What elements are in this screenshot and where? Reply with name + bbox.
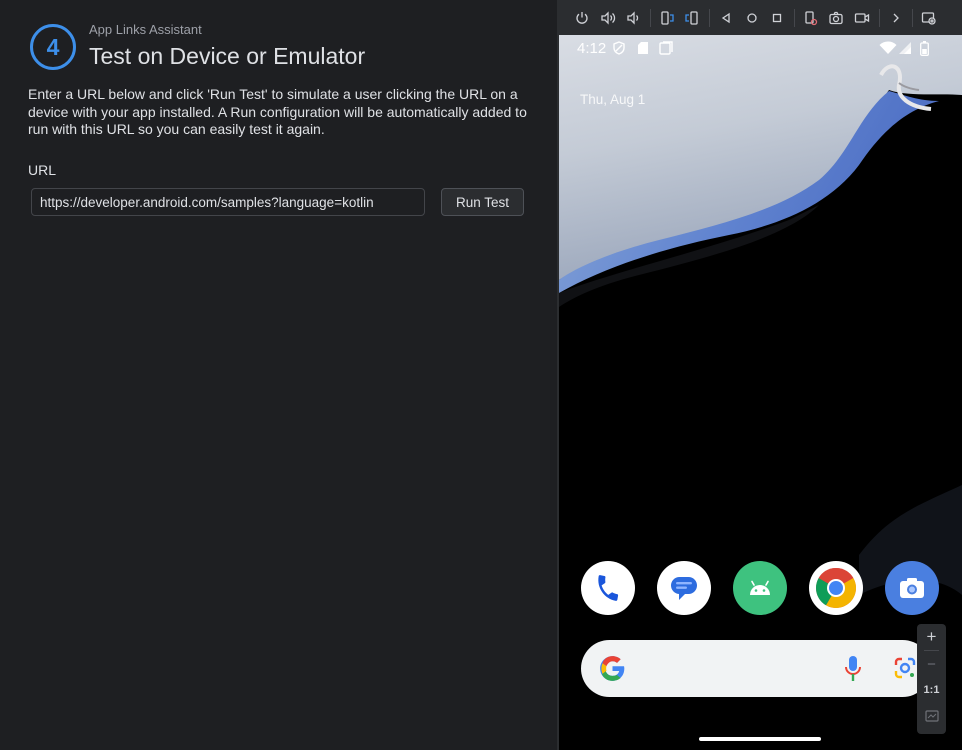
toolbar-separator: [793, 8, 795, 27]
toolbar-separator: [878, 8, 880, 27]
lockscreen-date: Thu, Aug 1: [580, 92, 646, 107]
signal-icon: [899, 42, 911, 54]
notification-icon: [659, 41, 673, 55]
gesture-nav-handle[interactable]: [699, 737, 821, 741]
run-test-button[interactable]: Run Test: [441, 188, 524, 216]
google-g-icon: [600, 656, 625, 681]
microphone-icon[interactable]: [843, 654, 863, 684]
camera-app-icon[interactable]: [885, 561, 939, 615]
overview-icon[interactable]: [765, 6, 789, 30]
fit-screen-icon[interactable]: [917, 703, 946, 729]
chevron-right-icon[interactable]: [884, 6, 908, 30]
screen-record-icon[interactable]: [850, 6, 874, 30]
emulator-toolbar: [559, 0, 962, 35]
url-label: URL: [28, 162, 57, 178]
zoom-controls: + − 1:1: [917, 624, 946, 734]
power-icon[interactable]: [570, 6, 594, 30]
google-lens-icon[interactable]: [893, 656, 917, 680]
device-screen[interactable]: 4:12 Thu, Aug 1 + − 1:1: [559, 35, 962, 750]
description-text: Enter a URL below and click 'Run Test' t…: [28, 86, 527, 137]
step-number-badge: 4: [30, 24, 76, 70]
chrome-app-icon[interactable]: [809, 561, 863, 615]
page-title: Test on Device or Emulator: [89, 43, 366, 69]
zoom-out-button[interactable]: −: [917, 651, 946, 677]
zoom-in-button[interactable]: +: [917, 624, 946, 650]
volume-up-icon[interactable]: [596, 6, 620, 30]
emulator-panel: 4:12 Thu, Aug 1 + − 1:1: [559, 0, 962, 750]
rotate-right-icon[interactable]: [680, 6, 704, 30]
screenshot-icon[interactable]: [824, 6, 848, 30]
battery-icon: [920, 41, 929, 56]
sim-card-icon: [638, 42, 648, 54]
breadcrumb: App Links Assistant: [89, 22, 202, 37]
actual-size-button[interactable]: 1:1: [917, 677, 946, 703]
fold-icon[interactable]: [799, 6, 823, 30]
toolbar-separator: [708, 8, 710, 27]
android-app-icon[interactable]: [733, 561, 787, 615]
home-icon[interactable]: [740, 6, 764, 30]
url-input[interactable]: [31, 188, 425, 216]
back-icon[interactable]: [714, 6, 738, 30]
toolbar-separator: [912, 8, 914, 27]
app-links-assistant-panel: 4 App Links Assistant Test on Device or …: [0, 0, 557, 750]
rotate-left-icon[interactable]: [655, 6, 679, 30]
extended-controls-icon[interactable]: [917, 6, 941, 30]
vpn-shield-icon: [613, 41, 625, 55]
app-dock: [559, 561, 962, 617]
messages-app-icon[interactable]: [657, 561, 711, 615]
phone-app-icon[interactable]: [581, 561, 635, 615]
volume-down-icon[interactable]: [621, 6, 645, 30]
status-bar-time: 4:12: [577, 40, 607, 57]
wifi-icon: [879, 41, 897, 54]
toolbar-separator: [649, 8, 651, 27]
google-search-bar[interactable]: [581, 640, 931, 697]
